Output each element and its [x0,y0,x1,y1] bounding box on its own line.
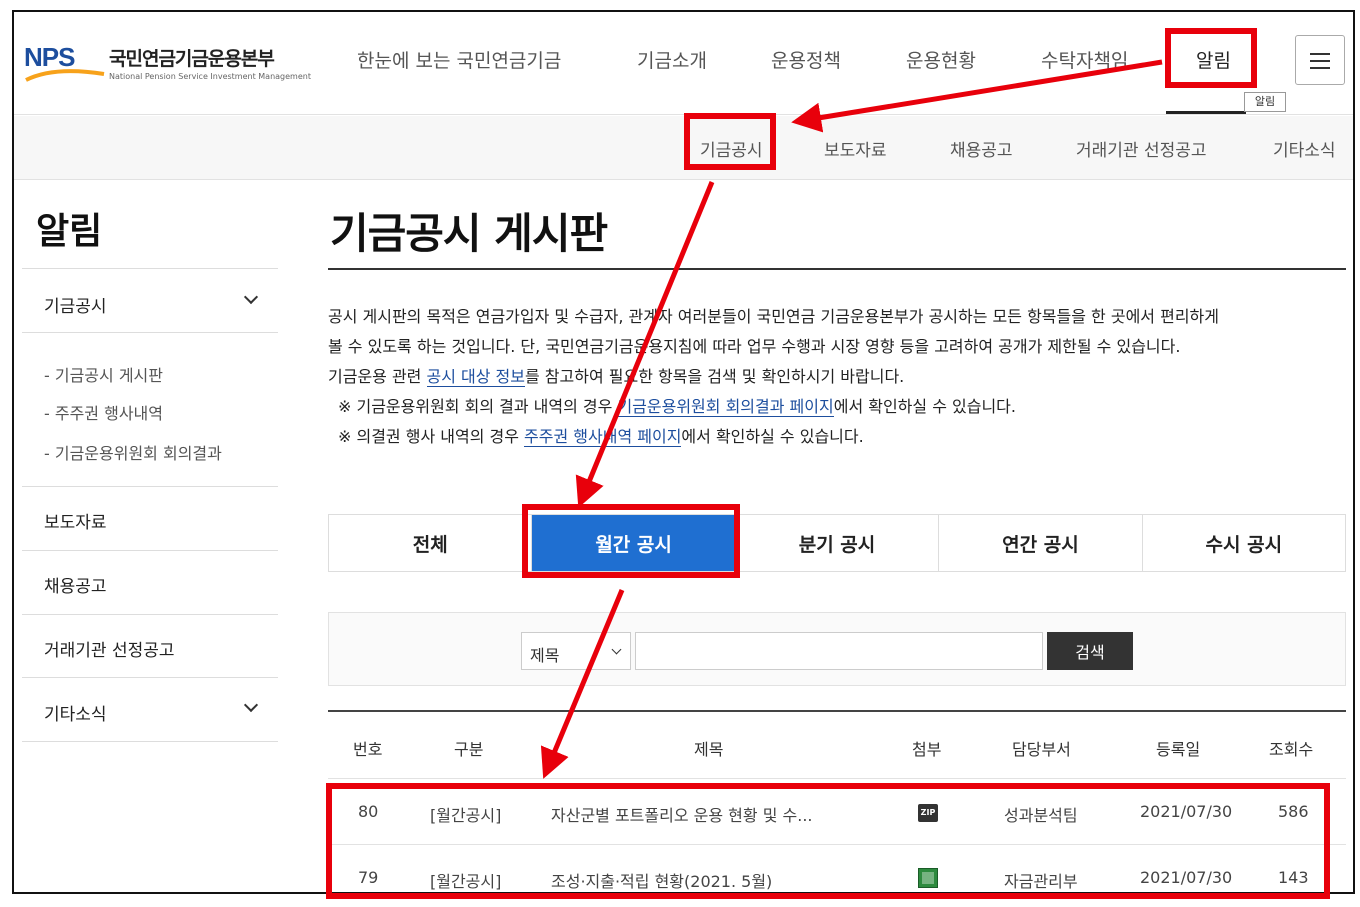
arrow-disclosure-to-monthly [575,181,715,508]
annotation-arrows [540,59,1163,779]
arrow-notice-to-disclosure [791,59,1163,133]
arrow-monthly-to-rows [540,589,625,779]
